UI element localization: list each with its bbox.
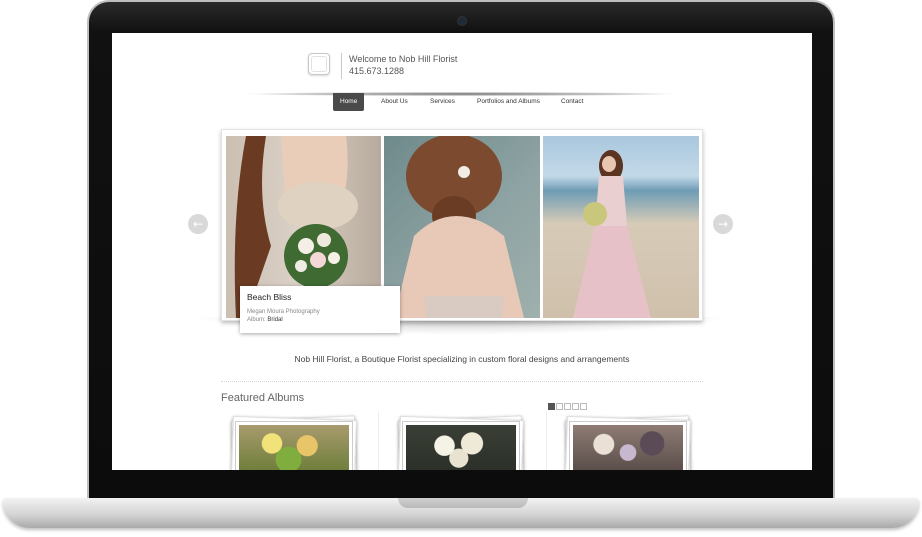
site-tagline: Nob Hill Florist, a Boutique Florist spe… xyxy=(294,354,630,364)
slider-dot[interactable] xyxy=(572,403,579,410)
slider-next-button[interactable]: → xyxy=(713,214,733,234)
phone-number[interactable]: 415.673.1288 xyxy=(349,66,404,76)
welcome-text: Welcome to Nob Hill Florist xyxy=(349,54,458,64)
laptop-base xyxy=(3,498,919,528)
arrow-right-icon: → xyxy=(717,217,729,231)
slide-photo-bride-hair xyxy=(384,136,540,318)
nav-item-services[interactable]: Services xyxy=(430,93,455,111)
browser-screen: Welcome to Nob Hill Florist 415.673.1288… xyxy=(112,33,812,470)
site-logo[interactable] xyxy=(308,53,330,75)
arrow-left-icon: ← xyxy=(192,217,204,231)
slide-caption: Beach Bliss Megan Moura Photography Albu… xyxy=(240,286,400,333)
album-thumbnail[interactable] xyxy=(395,414,527,470)
slider-prev-button[interactable]: ← xyxy=(188,214,208,234)
section-divider xyxy=(221,381,703,382)
slider-dot[interactable] xyxy=(548,403,555,410)
caption-album: Album: Bridal xyxy=(247,317,393,323)
caption-album-label: Album: xyxy=(247,317,266,323)
album-photo xyxy=(570,422,686,470)
album-thumbnail[interactable] xyxy=(562,414,694,470)
caption-title: Beach Bliss xyxy=(247,292,292,302)
nav-item-contact[interactable]: Contact xyxy=(561,93,583,111)
header-divider xyxy=(341,53,342,79)
album-photo xyxy=(403,422,519,470)
slider-dot[interactable] xyxy=(556,403,563,410)
album-separator xyxy=(546,411,547,470)
featured-albums-heading: Featured Albums xyxy=(221,392,305,404)
laptop-base-notch xyxy=(398,498,528,508)
album-photo xyxy=(236,422,352,470)
album-thumbnail[interactable] xyxy=(228,414,360,470)
camera-icon xyxy=(458,17,466,25)
album-separator xyxy=(378,411,379,470)
caption-album-link[interactable]: Bridal xyxy=(267,317,282,323)
nav-item-about-us[interactable]: About Us xyxy=(381,93,408,111)
slider-dot[interactable] xyxy=(564,403,571,410)
nav-item-portfolios-and-albums[interactable]: Portfolios and Albums xyxy=(477,93,540,111)
main-nav: Home About Us Services Portfolios and Al… xyxy=(112,93,812,111)
slider-dot[interactable] xyxy=(580,403,587,410)
caption-credit: Megan Moura Photography xyxy=(247,309,320,315)
slide-photo-beach-bride xyxy=(543,136,699,318)
slider-pagination xyxy=(548,403,587,412)
nav-item-home[interactable]: Home xyxy=(333,93,365,111)
